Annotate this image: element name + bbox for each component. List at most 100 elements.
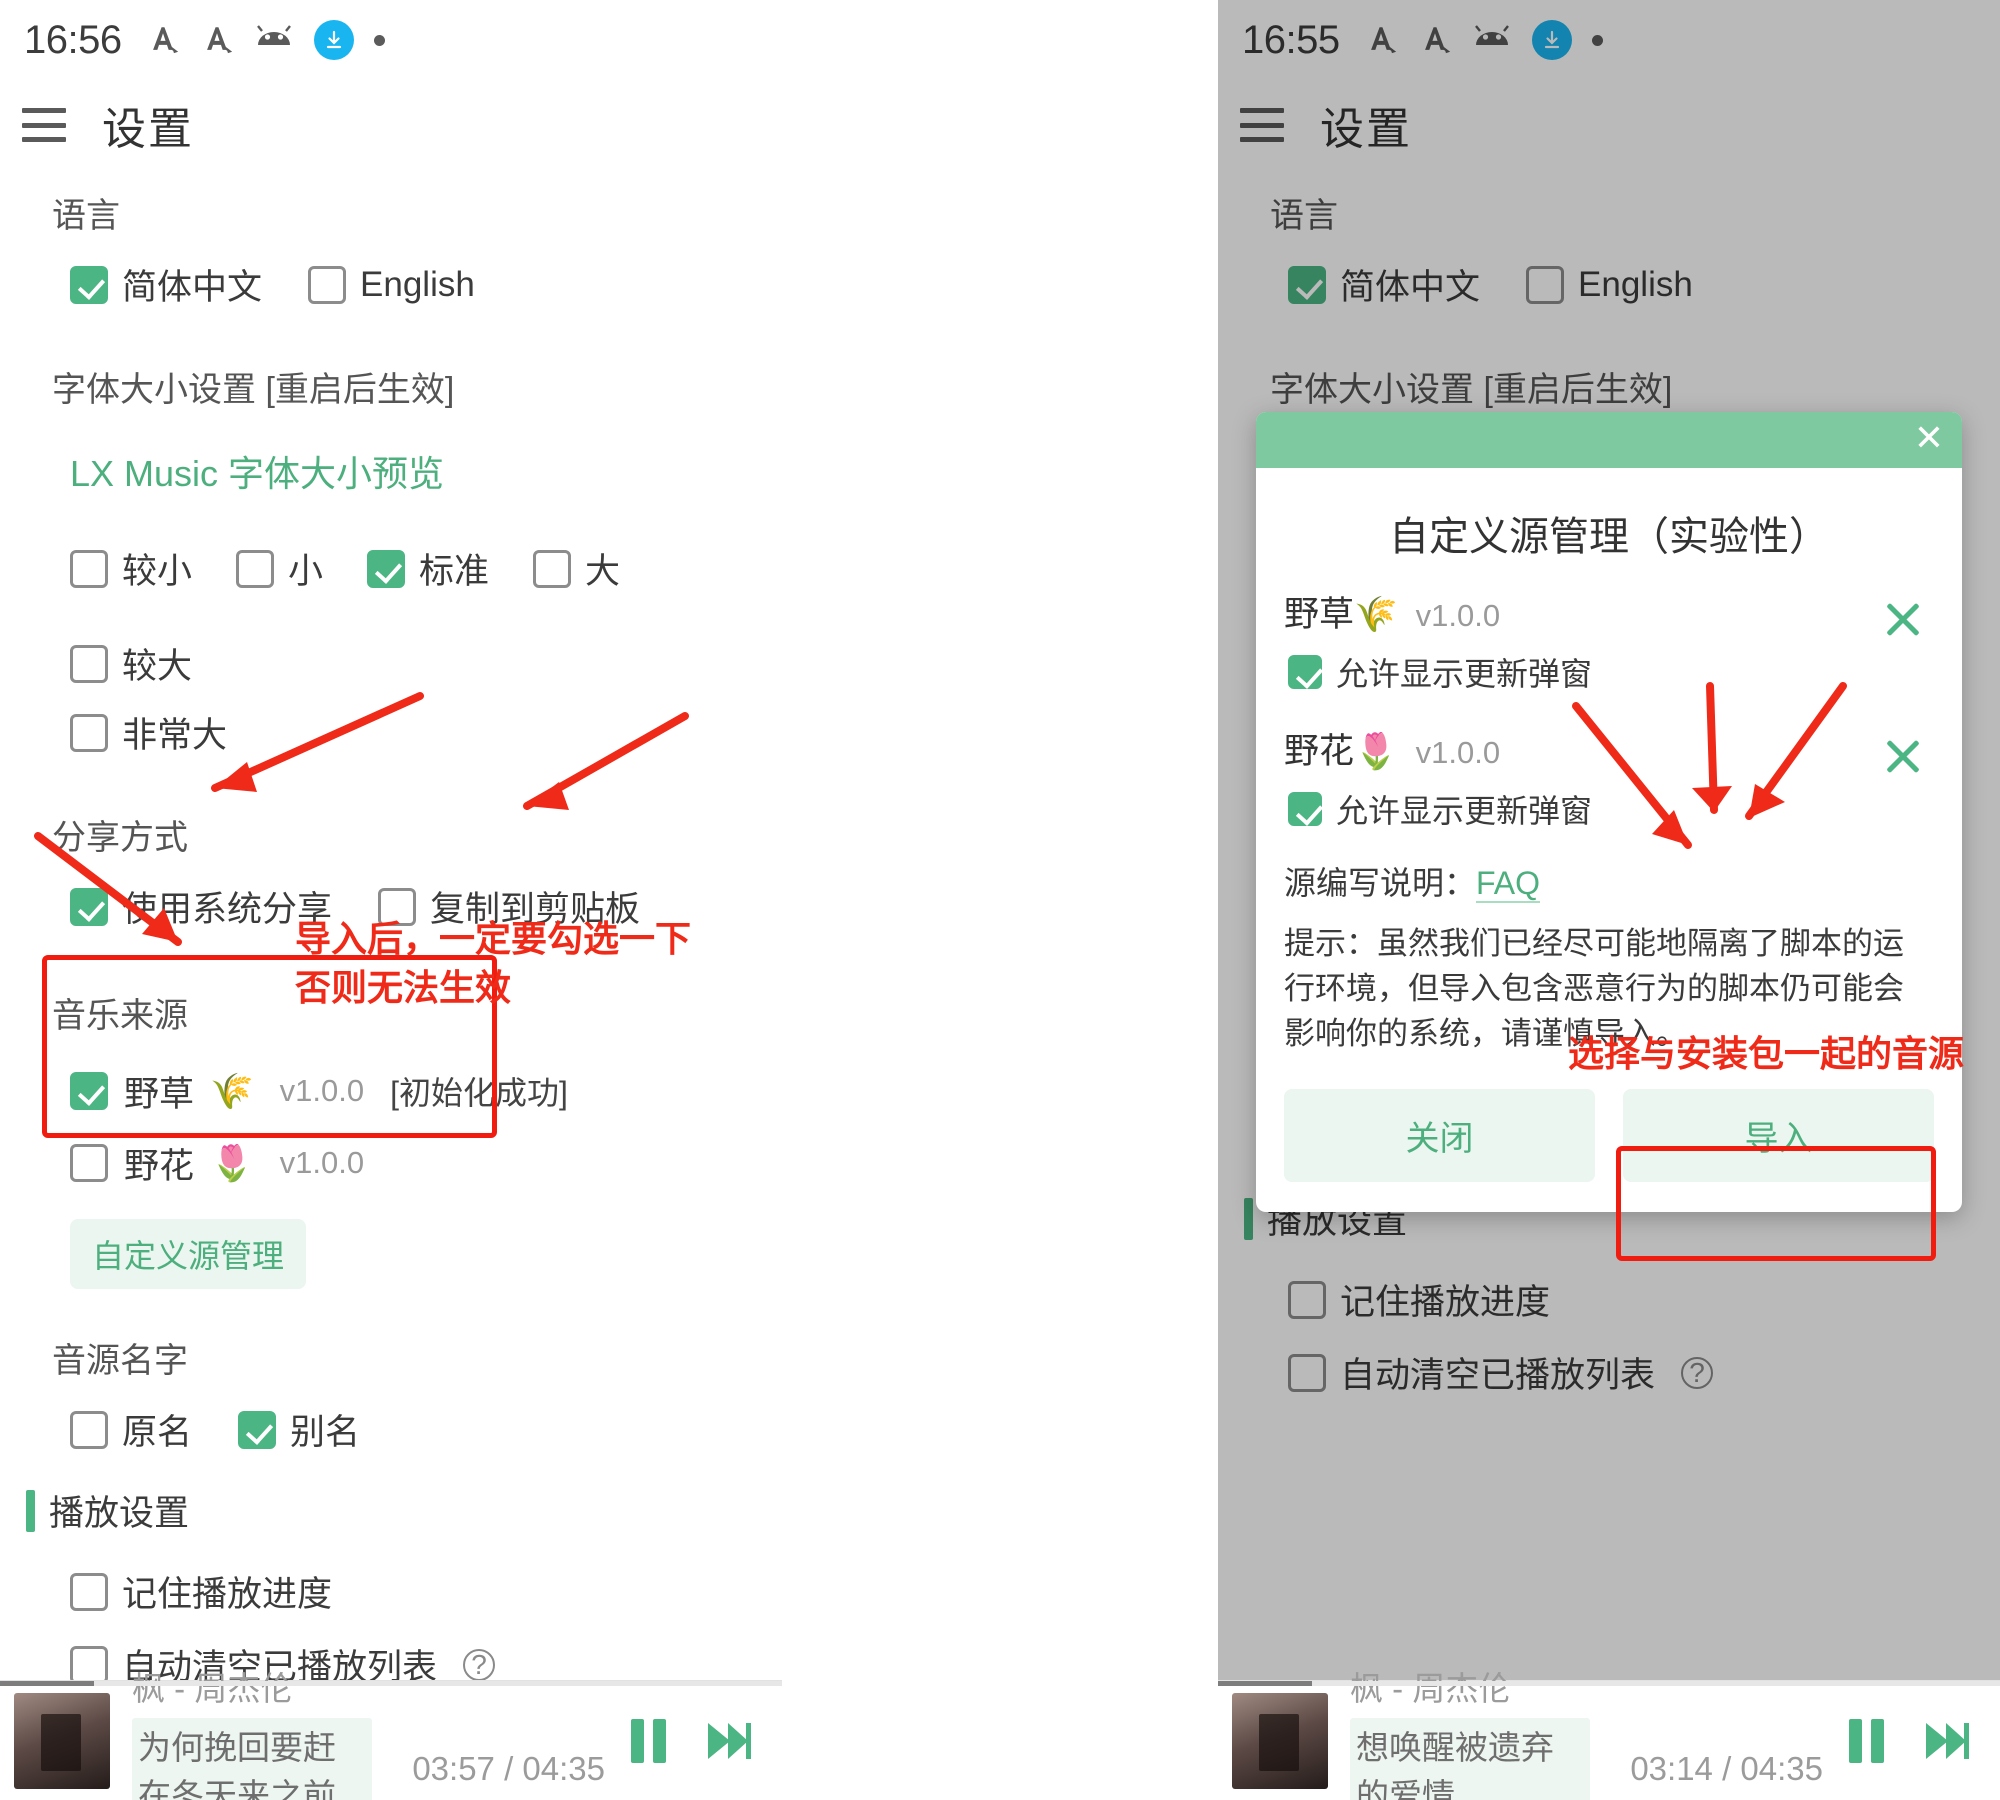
import-button[interactable]: 导入 bbox=[1623, 1088, 1934, 1182]
faq-prefix: 源编写说明： bbox=[1284, 865, 1477, 901]
pause-icon[interactable] bbox=[1849, 1718, 1884, 1763]
faq-link[interactable]: FAQ bbox=[1476, 865, 1541, 903]
option-label: English bbox=[360, 264, 475, 304]
allow-update-popup-option[interactable]: 允许显示更新弹窗 bbox=[1284, 786, 1934, 832]
left-phone-screen: 16:56 设置 语言 简体中文 English 字体大小设置 [重启后生效] … bbox=[0, 0, 782, 1800]
player-lyric-row: 想唤醒被遗弃的爱情 03:14 / 04:35 bbox=[1350, 1717, 1823, 1800]
option-label: 较大 bbox=[122, 647, 193, 686]
progress-fill bbox=[0, 1681, 94, 1686]
font-size-options-row-1: 较小 小 标准 大 较大 bbox=[0, 543, 782, 689]
checkbox-icon[interactable] bbox=[70, 644, 108, 683]
dialog-source-item-yehua: 野花 🌷 v1.0.0 允许显示更新弹窗 bbox=[1284, 723, 1934, 832]
mini-player-bar[interactable]: 枫 - 周杰伦 为何挽回要赶在冬天来之前 03:57 / 04:35 bbox=[0, 1670, 782, 1800]
font-size-option-larger[interactable]: 较大 bbox=[70, 638, 192, 689]
language-option-en[interactable]: English bbox=[308, 265, 475, 305]
checkbox-icon[interactable] bbox=[70, 713, 108, 752]
checkbox-icon[interactable] bbox=[70, 1572, 108, 1611]
source-version: v1.0.0 bbox=[279, 1073, 365, 1108]
player-lyric-row: 为何挽回要赶在冬天来之前 03:57 / 04:35 bbox=[132, 1717, 605, 1800]
album-cover[interactable] bbox=[1232, 1692, 1328, 1789]
dialog-source-item-yecao: 野草 🌾 v1.0.0 允许显示更新弹窗 bbox=[1284, 586, 1934, 695]
progress-fill bbox=[1218, 1681, 1312, 1686]
status-bar: 16:56 bbox=[0, 0, 782, 80]
checkbox-icon[interactable] bbox=[308, 265, 347, 304]
font-size-option-smaller[interactable]: 较小 bbox=[70, 543, 192, 594]
dialog-actions: 关闭 导入 bbox=[1256, 1063, 1962, 1212]
source-version: v1.0.0 bbox=[1415, 735, 1501, 770]
font-size-option-very-large[interactable]: 非常大 bbox=[70, 707, 227, 758]
music-source-item-yecao[interactable]: 野草 🌾 v1.0.0 [初始化成功] bbox=[70, 1061, 782, 1121]
wheat-emoji-icon: 🌾 bbox=[1354, 595, 1398, 634]
status-icon-group bbox=[146, 20, 385, 60]
dialog-source-header: 野草 🌾 v1.0.0 bbox=[1284, 586, 1934, 637]
checkbox-icon[interactable] bbox=[533, 549, 572, 588]
language-option-zh[interactable]: 简体中文 bbox=[70, 259, 262, 310]
checkbox-icon[interactable] bbox=[70, 1072, 108, 1110]
status-clock: 16:56 bbox=[24, 17, 122, 62]
checkbox-icon[interactable] bbox=[70, 265, 108, 304]
checkbox-icon[interactable] bbox=[70, 1144, 108, 1182]
close-button[interactable]: 关闭 bbox=[1284, 1088, 1595, 1182]
font-size-option-standard[interactable]: 标准 bbox=[367, 543, 489, 594]
player-time: 03:14 / 04:35 bbox=[1630, 1749, 1823, 1787]
next-track-icon[interactable] bbox=[1924, 1719, 1970, 1763]
player-controls bbox=[1849, 1718, 1970, 1763]
source-status: [初始化成功] bbox=[390, 1075, 568, 1111]
custom-source-manage-button[interactable]: 自定义源管理 bbox=[70, 1219, 307, 1289]
font-size-options-row-2: 非常大 bbox=[0, 707, 782, 758]
checkbox-icon[interactable] bbox=[1288, 655, 1322, 689]
screenshot-stage: 16:56 设置 语言 简体中文 English 字体大小设置 [重启后生效] … bbox=[0, 0, 2000, 1800]
remove-source-icon[interactable] bbox=[1880, 596, 1926, 642]
playback-option-remember-progress[interactable]: 记住播放进度 bbox=[70, 1566, 332, 1617]
source-name-option-alias[interactable]: 别名 bbox=[238, 1404, 360, 1455]
dialog-source-header: 野花 🌷 v1.0.0 bbox=[1284, 723, 1934, 774]
source-name-option-original[interactable]: 原名 bbox=[70, 1404, 192, 1455]
menu-icon[interactable] bbox=[22, 108, 66, 142]
font-a-icon-2 bbox=[200, 23, 234, 57]
source-name: 野花 bbox=[1284, 732, 1355, 771]
dialog-body: 野草 🌾 v1.0.0 允许显示更新弹窗 野花 🌷 v1.0.0 允许显示更新弹… bbox=[1256, 586, 1962, 1063]
next-track-icon[interactable] bbox=[706, 1719, 752, 1763]
checkbox-icon[interactable] bbox=[70, 887, 108, 926]
checkbox-icon[interactable] bbox=[70, 1645, 108, 1684]
font-size-option-small[interactable]: 小 bbox=[236, 543, 323, 594]
checkbox-icon[interactable] bbox=[1288, 792, 1322, 826]
option-label: 标准 bbox=[419, 552, 490, 591]
checkbox-icon[interactable] bbox=[238, 1410, 277, 1449]
source-name-heading: 音源名字 bbox=[52, 1342, 188, 1380]
page-title: 设置 bbox=[102, 105, 194, 154]
playback-progress-bar[interactable] bbox=[0, 1681, 782, 1686]
share-option-system[interactable]: 使用系统分享 bbox=[70, 881, 332, 932]
option-label: 小 bbox=[288, 552, 324, 591]
share-heading: 分享方式 bbox=[52, 819, 188, 857]
custom-source-dialog: ✕ 自定义源管理（实验性） 野草 🌾 v1.0.0 允许显示更新弹窗 野花 🌷 … bbox=[1256, 412, 1962, 1212]
checkbox-icon[interactable] bbox=[70, 549, 108, 588]
checkbox-icon[interactable] bbox=[367, 549, 406, 588]
annotation-text-left: 导入后，一定要勾选一下 否则无法生效 bbox=[295, 918, 692, 1008]
option-label: 大 bbox=[585, 552, 621, 591]
album-cover[interactable] bbox=[14, 1692, 110, 1789]
android-robot-icon bbox=[254, 25, 294, 55]
remove-source-icon[interactable] bbox=[1880, 733, 1926, 779]
annotation-text-right: 选择与安装包一起的音源 bbox=[1568, 1033, 1965, 1074]
music-source-item-yehua[interactable]: 野花 🌷 v1.0.0 bbox=[70, 1133, 782, 1193]
playback-option-remember-row: 记住播放进度 bbox=[0, 1566, 782, 1617]
status-dot-icon bbox=[373, 34, 385, 46]
checkbox-icon[interactable] bbox=[236, 549, 275, 588]
source-name-options: 原名 别名 bbox=[0, 1404, 782, 1455]
option-label: 记住播放进度 bbox=[122, 1575, 333, 1614]
app-bar: 设置 bbox=[0, 80, 782, 170]
source-version: v1.0.0 bbox=[1415, 598, 1501, 633]
playback-progress-bar[interactable] bbox=[1218, 1681, 2000, 1686]
font-size-heading: 字体大小设置 [重启后生效] bbox=[52, 371, 455, 409]
checkbox-icon[interactable] bbox=[70, 1410, 108, 1449]
source-version: v1.0.0 bbox=[279, 1145, 365, 1180]
font-size-option-large[interactable]: 大 bbox=[533, 543, 620, 594]
player-lyric: 为何挽回要赶在冬天来之前 bbox=[132, 1717, 373, 1800]
close-icon[interactable]: ✕ bbox=[1914, 420, 1944, 456]
pause-icon[interactable] bbox=[631, 1718, 666, 1763]
language-heading: 语言 bbox=[52, 197, 120, 235]
allow-update-popup-option[interactable]: 允许显示更新弹窗 bbox=[1284, 649, 1934, 695]
wheat-emoji-icon: 🌾 bbox=[210, 1071, 254, 1111]
mini-player-bar[interactable]: 枫 - 周杰伦 想唤醒被遗弃的爱情 03:14 / 04:35 bbox=[1218, 1670, 2000, 1800]
